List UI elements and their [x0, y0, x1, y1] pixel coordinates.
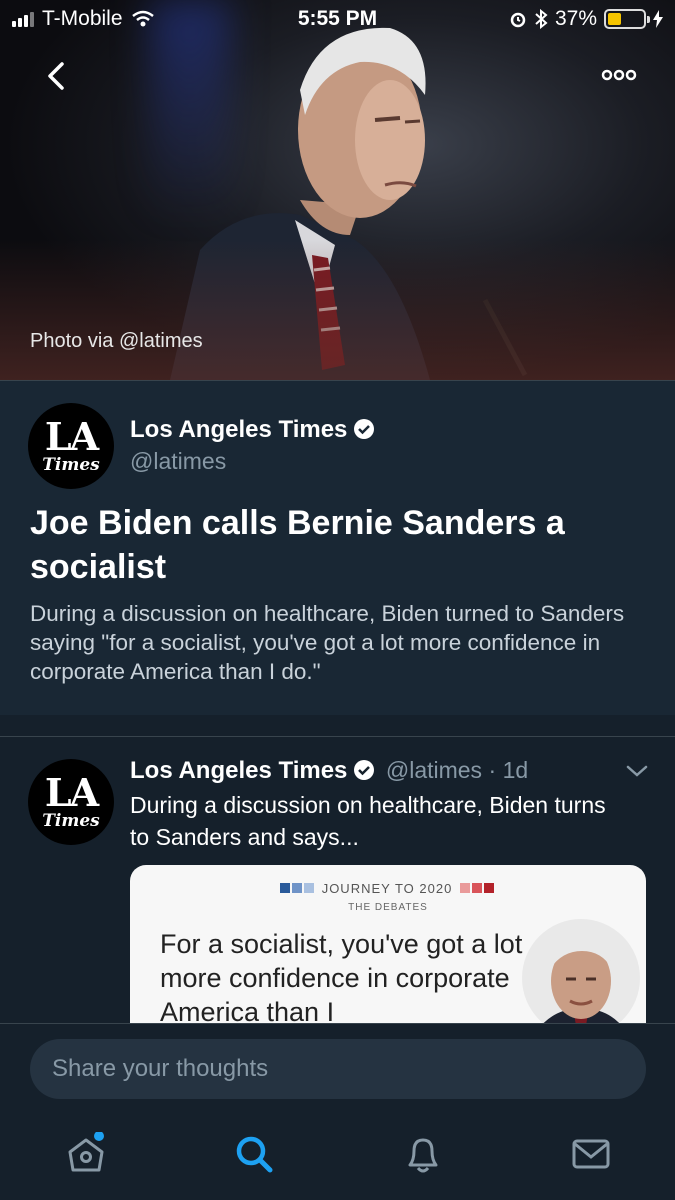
media-quote: For a socialist, you've got a lot more c… [160, 929, 523, 1023]
tweet-text: During a discussion on healthcare, Biden… [130, 792, 606, 850]
charging-bolt-icon [653, 10, 663, 28]
tab-bar [0, 1132, 675, 1182]
latimes-avatar[interactable]: LA Times [28, 403, 114, 489]
chevron-down-icon[interactable] [625, 763, 649, 779]
tweet-account-name[interactable]: Los Angeles Times [130, 757, 347, 784]
tweet-account-handle[interactable]: @latimes [386, 757, 482, 783]
tweet[interactable]: LA Times Los Angeles Times @latimes · 1d… [0, 737, 675, 1023]
story-summary: During a discussion on healthcare, Biden… [30, 601, 625, 684]
messages-envelope-icon[interactable] [569, 1132, 613, 1176]
media-subtitle: THE DEBATES [348, 902, 428, 913]
tweet-header: Los Angeles Times @latimes · 1d [130, 757, 528, 785]
avatar-logo-times: Times [42, 455, 100, 475]
tweet-avatar[interactable]: LA Times [28, 759, 114, 845]
battery-level-fill [608, 13, 621, 25]
back-chevron-icon[interactable] [36, 56, 76, 96]
share-thoughts-input[interactable]: Share your thoughts [30, 1039, 646, 1099]
bluetooth-icon [535, 9, 548, 29]
alarm-icon [510, 12, 526, 28]
avatar-logo-la: LA [44, 770, 99, 815]
story-headline: Joe Biden calls Bernie Sanders a sociali… [30, 504, 565, 586]
avatar-logo-la: LA [44, 414, 99, 459]
more-options-icon[interactable] [599, 60, 639, 90]
avatar-logo-times: Times [42, 811, 100, 831]
biden-headshot [522, 919, 640, 1023]
battery-icon [604, 9, 650, 29]
hero-photo: T-Mobile 5:55 PM 37% Photo via @latimes [0, 0, 675, 380]
notification-dot [94, 1132, 104, 1141]
media-series-title: JOURNEY TO 2020 [130, 881, 646, 896]
photo-credit: Photo via @latimes [30, 330, 203, 352]
search-tab-icon[interactable] [232, 1132, 276, 1176]
notifications-bell-icon[interactable] [401, 1132, 445, 1176]
story-account-name[interactable]: Los Angeles Times [130, 416, 375, 444]
section-divider [0, 715, 675, 737]
story-card: LA Times Los Angeles Times @latimes Joe … [0, 380, 675, 715]
tweet-separator: · [488, 757, 497, 783]
story-account-handle[interactable]: @latimes [130, 448, 226, 475]
verified-badge-icon [354, 760, 375, 780]
status-bar: T-Mobile 5:55 PM 37% [0, 0, 675, 40]
tweet-media-card[interactable]: JOURNEY TO 2020 THE DEBATES For a social… [130, 865, 646, 1023]
tweet-timestamp: 1d [502, 757, 529, 783]
bottom-bar: Share your thoughts [0, 1023, 675, 1200]
verified-badge-icon [354, 419, 375, 439]
home-tab-icon[interactable] [64, 1132, 108, 1176]
battery-percent: 37% [554, 7, 597, 30]
